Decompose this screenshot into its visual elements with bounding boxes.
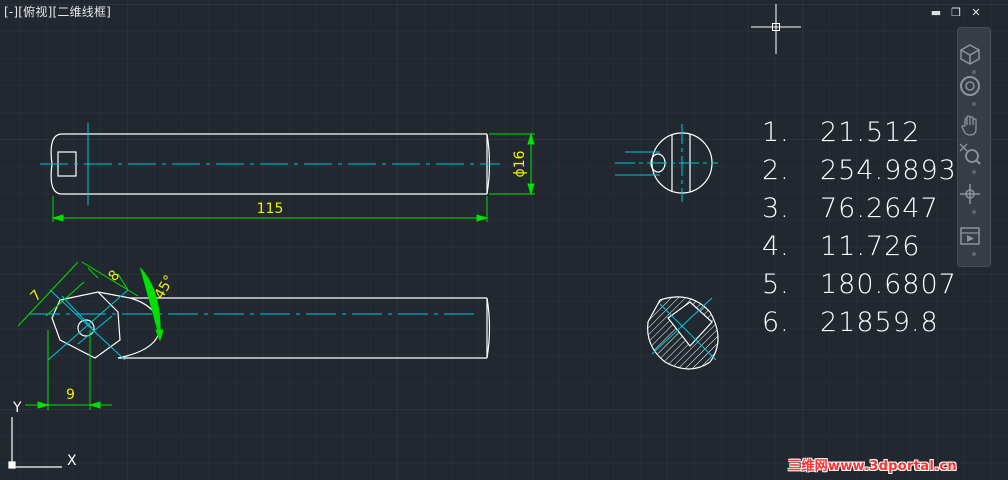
result-row: 6. 21859.8 [762, 304, 957, 342]
steering-wheel-icon[interactable] [958, 74, 982, 98]
viewcube-icon[interactable] [958, 42, 982, 66]
result-row: 4. 11.726 [762, 228, 957, 266]
restore-icon[interactable]: ❐ [950, 7, 962, 19]
minimize-icon[interactable]: ▬ [930, 7, 942, 19]
close-icon[interactable]: ✕ [970, 7, 982, 19]
result-row: 3. 76.2647 [762, 190, 957, 228]
dimension-diameter-text: ϕ16 [512, 150, 528, 177]
result-number: 2. [762, 155, 790, 186]
navbar-separator [972, 210, 976, 214]
viewport-label[interactable]: [-][俯视][二维线框] [4, 3, 111, 20]
orbit-icon[interactable] [958, 182, 982, 206]
result-number: 5. [762, 269, 790, 300]
viewport-window-controls: ▬ ❐ ✕ [930, 7, 982, 19]
result-number: 3. [762, 193, 790, 224]
watermark: 三维网www.3dportal.cn [788, 459, 957, 474]
result-value: 180.6807 [820, 269, 957, 300]
results-list: 1. 21.512 2. 254.9893 3. 76.2647 4. 11.726 5… [762, 114, 957, 342]
result-value: 254.9893 [820, 155, 957, 186]
result-number: 6. [762, 307, 790, 338]
navigation-bar [957, 27, 991, 267]
result-value: 76.2647 [820, 193, 939, 224]
navbar-separator [972, 170, 976, 174]
dimension-9-text: 9 [66, 387, 75, 403]
result-number: 4. [762, 231, 790, 262]
result-value: 21859.8 [820, 307, 939, 338]
result-value: 21.512 [820, 117, 921, 148]
showmotion-icon[interactable] [958, 224, 982, 248]
navbar-separator [972, 102, 976, 106]
result-row: 2. 254.9893 [762, 152, 957, 190]
ucs-x-label: X [67, 453, 77, 469]
pan-icon[interactable] [958, 114, 982, 138]
ucs-y-label: Y [12, 400, 22, 416]
result-row: 1. 21.512 [762, 114, 957, 152]
result-value: 11.726 [820, 231, 921, 262]
result-row: 5. 180.6807 [762, 266, 957, 304]
drawing-viewport[interactable]: 115 ϕ16 7 8 45° 9 Y X [-][俯视][二维线框] ▬ ❐ … [0, 0, 1008, 480]
navbar-separator [972, 252, 976, 256]
result-number: 1. [762, 117, 790, 148]
zoom-icon[interactable] [958, 142, 982, 166]
dimension-115-text: 115 [257, 201, 284, 217]
